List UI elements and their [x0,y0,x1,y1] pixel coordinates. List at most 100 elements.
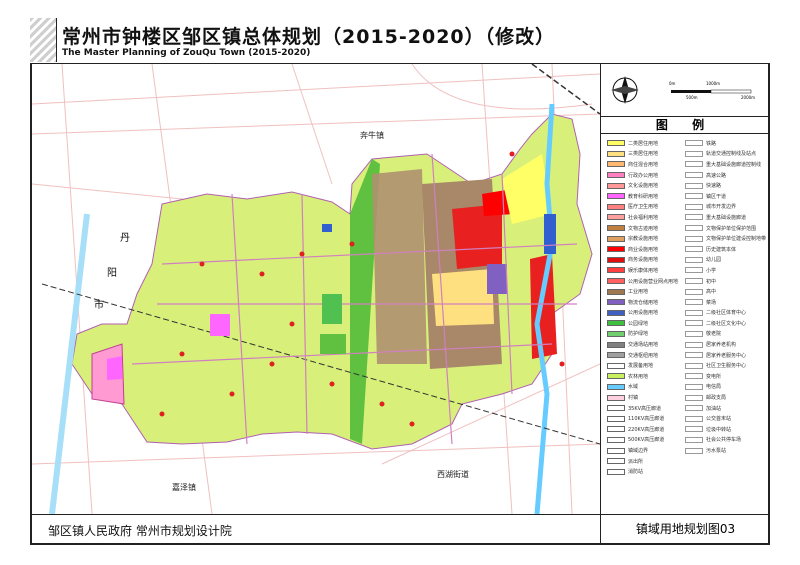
legend-label: 文物保护单位建设控制地带 [706,236,767,243]
legend-label: 发展备用地 [628,363,654,370]
title-bar: 常州市钟楼区邹区镇总体规划（2015-2020）（修改） The Master … [30,18,770,64]
legend-symbol-icon [685,214,703,221]
legend-item: 35KV高压廊道 [607,403,678,414]
legend-label: 历史建筑本体 [706,246,737,253]
legend-swatch [607,352,625,359]
legend-symbol-icon [685,447,703,454]
legend-label: 城市开发边界 [706,204,737,211]
danyang-label-1: 丹 [120,233,130,244]
legend-symbol-icon [685,182,703,189]
legend-label: 加油站 [706,405,722,412]
land-use-map [32,64,600,514]
legend-item: 公用设施营业网点用地 [607,276,678,287]
legend-item: 三类居住用地 [607,149,678,160]
legend-item: 轨道交通控制线及站点 [685,149,766,160]
legend-symbol-icon [685,394,703,401]
legend-item: 水域 [607,382,678,393]
legend-item: 商务设施用地 [607,255,678,266]
legend-item: 镇域边界 [607,445,678,456]
legend-label: 交通枢纽用地 [628,352,659,359]
legend-item: 快速路 [685,180,766,191]
legend-item: 历史建筑本体 [685,244,766,255]
danyang-label-3: 市 [94,300,104,311]
industrial-area [372,169,427,364]
legend-label: 医疗卫生用地 [628,204,659,211]
legend-item: 派出所 [607,456,678,467]
legend-item: 公用设施用地 [607,308,678,319]
legend-label: 二级社区文化中心 [706,320,747,327]
legend-label: 三类居住用地 [628,151,659,158]
legend-label: 重大基础设施廊道 [706,214,747,221]
footer-organizations: 邹区镇人民政府 常州市规划设计院 [48,524,232,538]
legend-item: 居家养老机构 [685,339,766,350]
legend-swatch [607,267,625,274]
legend-item: 商住混合用地 [607,159,678,170]
legend-label: 初中 [706,278,717,285]
legend-swatch [607,246,625,253]
logistics-block [487,264,507,294]
legend-label: 社区卫生服务中心 [706,363,747,370]
legend-swatch [607,330,625,337]
legend-symbol-icon [685,203,703,210]
legend-swatch [607,140,625,147]
map-canvas[interactable]: 奔牛镇 嘉泽镇 西湖街道 丹 阳 市 [32,64,600,514]
legend-item: 娱乐康体用地 [607,265,678,276]
legend-swatch [607,309,625,316]
legend-swatch [607,373,625,380]
legend-swatch [607,426,625,433]
legend-item: 物流仓储用地 [607,297,678,308]
legend-item: 铁路 [685,138,766,149]
title-stripe [30,18,57,62]
legend-label: 高速公路 [706,172,727,179]
legend-item: 二级社区文化中心 [685,318,766,329]
legend-item: 文物保护单位建设控制地带 [685,233,766,244]
legend-swatch [607,235,625,242]
legend-symbol-icon [685,267,703,274]
legend-panel: 0m 1000m 500m 2000m 图 例 二类居住用地 三类居住用地 商住混合… [600,64,769,514]
legend-symbol-icon [685,362,703,369]
legend-label: 交通场站用地 [628,342,659,349]
legend-item: 公交首末站 [685,413,766,424]
legend-swatch [607,172,625,179]
legend-item: 初中 [685,276,766,287]
legend-item: 医疗卫生用地 [607,202,678,213]
legend-symbol-icon [685,140,703,147]
school-west [107,356,122,380]
drawing-number: 镇域用地规划图03 [600,515,770,544]
legend-label: 工业用地 [628,289,649,296]
scale-label-0: 0m [669,81,676,86]
legend-label: 电信局 [706,384,722,391]
legend-item: 商业设施用地 [607,244,678,255]
legend-item: 高速公路 [685,170,766,181]
legend-label: 居家养老服务中心 [706,352,747,359]
legend-label: 教育科研用地 [628,193,659,200]
blue-facility [544,214,556,254]
legend-label: 社会公共停车场 [706,437,742,444]
legend-symbol-icon [685,278,703,285]
legend-label: 垃圾中转站 [706,426,732,433]
legend-symbol-icon [685,299,703,306]
legend-label: 快速路 [706,183,722,190]
legend-symbol-icon [685,436,703,443]
legend-swatch [607,320,625,327]
legend-label: 文物保护单位保护范围 [706,225,757,232]
legend-label: 社会福利用地 [628,214,659,221]
legend-symbol-icon [685,235,703,242]
legend-item: 加油站 [685,403,766,414]
legend-label: 高中 [706,289,717,296]
legend-item: 工业用地 [607,286,678,297]
legend-swatch [607,436,625,443]
legend-item: 电信局 [685,382,766,393]
place-benniu: 奔牛镇 [360,131,384,140]
legend-label: 重大基础设施廊道控制线 [706,161,762,168]
legend-item: 交通枢纽用地 [607,350,678,361]
legend-item: 污水泵站 [685,445,766,456]
legend-item: 二级社区体育中心 [685,308,766,319]
place-jiaze: 嘉泽镇 [172,483,196,492]
legend-swatch [607,468,625,475]
legend-swatch [607,288,625,295]
legend-symbol-icon [685,330,703,337]
legend-item: 垃圾中转站 [685,424,766,435]
legend-item: 消防站 [607,466,678,477]
park-south [320,334,346,354]
